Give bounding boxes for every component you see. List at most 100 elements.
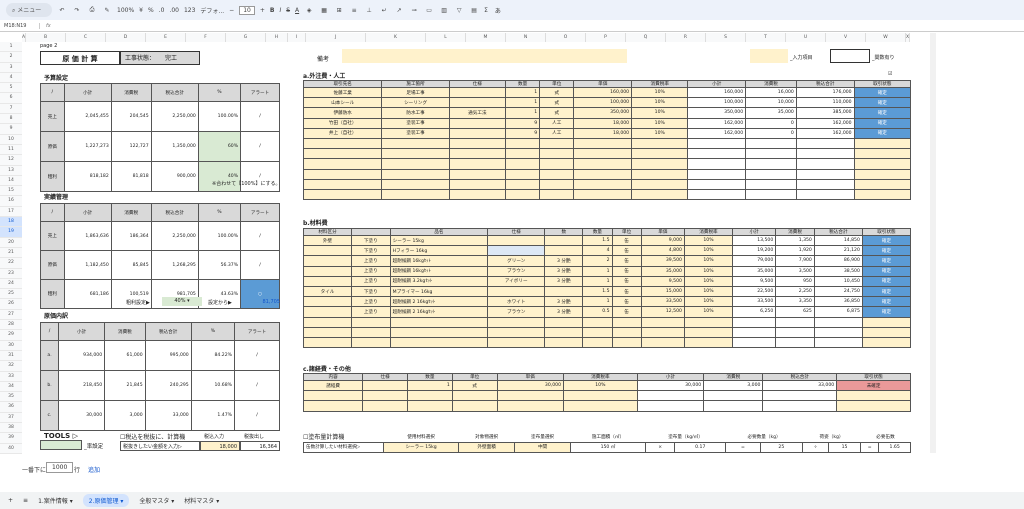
- cell[interactable]: 缶: [611, 234, 642, 247]
- undo-icon[interactable]: ↶: [57, 7, 67, 14]
- cell[interactable]: [573, 137, 633, 150]
- cell[interactable]: 18,000: [573, 127, 633, 139]
- cell[interactable]: 10%: [683, 245, 733, 257]
- row-header[interactable]: 26: [0, 299, 22, 310]
- cell[interactable]: [853, 178, 912, 190]
- cell[interactable]: 10%: [683, 255, 733, 267]
- cell[interactable]: [448, 137, 507, 150]
- cell[interactable]: [544, 285, 584, 298]
- column-header[interactable]: U: [786, 33, 826, 42]
- cell[interactable]: 確定: [853, 117, 912, 129]
- cell[interactable]: [631, 178, 689, 190]
- cell[interactable]: 30,000: [496, 379, 565, 392]
- cell[interactable]: 1.5: [582, 234, 613, 247]
- zoom-select[interactable]: 100%: [117, 7, 134, 14]
- row-header[interactable]: 18: [0, 217, 22, 228]
- cell[interactable]: [573, 168, 633, 180]
- font-select[interactable]: デフォ...: [200, 6, 224, 15]
- column-header[interactable]: H: [266, 33, 288, 42]
- cell[interactable]: 式: [451, 379, 498, 392]
- column-header[interactable]: M: [466, 33, 506, 42]
- cell[interactable]: 10%: [683, 234, 733, 247]
- cell[interactable]: [505, 137, 541, 150]
- cell[interactable]: タイル: [302, 285, 353, 298]
- row-header[interactable]: 34: [0, 381, 22, 393]
- cell[interactable]: [381, 188, 450, 201]
- cell[interactable]: [487, 326, 546, 338]
- cell[interactable]: 外壁: [302, 234, 353, 247]
- cell[interactable]: [544, 326, 584, 338]
- cell[interactable]: ブラウン: [487, 306, 546, 318]
- cell[interactable]: [407, 390, 453, 402]
- cell[interactable]: 10%: [683, 306, 733, 318]
- cell[interactable]: [539, 178, 575, 190]
- row-header[interactable]: 24: [0, 278, 22, 290]
- paint-cell[interactable]: 中間: [514, 441, 571, 453]
- bold-button[interactable]: B: [270, 7, 275, 14]
- cell[interactable]: 未確定: [836, 379, 911, 392]
- row-header[interactable]: 7: [0, 103, 22, 115]
- cell[interactable]: [302, 158, 383, 170]
- cell[interactable]: 下塗り: [351, 245, 391, 257]
- cell[interactable]: 33,500: [640, 296, 685, 308]
- column-header[interactable]: D: [106, 33, 146, 42]
- cell[interactable]: 超耐候鋼 2 16kgｾｯﾄ: [389, 296, 489, 308]
- row-header[interactable]: 14: [0, 175, 22, 187]
- cell[interactable]: 超耐候鋼 2 16kgｾｯﾄ: [389, 306, 489, 318]
- link-icon[interactable]: ⊸: [409, 7, 419, 14]
- tax-calc-checkbox[interactable]: ☐税込を税抜に、計算機: [120, 432, 185, 441]
- row-header[interactable]: 3: [0, 62, 22, 73]
- redo-icon[interactable]: ↷: [72, 7, 82, 14]
- cell[interactable]: [487, 336, 546, 349]
- cell[interactable]: 下塗り: [351, 285, 391, 298]
- cell[interactable]: [381, 178, 450, 190]
- row-header[interactable]: 4: [0, 72, 22, 84]
- cell[interactable]: [302, 245, 353, 257]
- cell[interactable]: [487, 285, 546, 298]
- row-header[interactable]: 13: [0, 165, 22, 176]
- cell[interactable]: [448, 158, 507, 170]
- cell[interactable]: [640, 326, 685, 338]
- cell[interactable]: 井上（自社）: [302, 127, 383, 139]
- cell[interactable]: [573, 158, 633, 170]
- cell[interactable]: 9,500: [640, 275, 685, 287]
- column-header[interactable]: E: [146, 33, 186, 42]
- cell[interactable]: [640, 336, 685, 349]
- cell[interactable]: [683, 336, 733, 349]
- row-header[interactable]: 21: [0, 247, 22, 259]
- cell[interactable]: 上塗り: [351, 306, 391, 318]
- cell[interactable]: 確定: [853, 107, 912, 119]
- cell[interactable]: [631, 158, 689, 170]
- cell[interactable]: 確定: [861, 255, 912, 267]
- cell[interactable]: [611, 336, 642, 349]
- column-headers[interactable]: A B C D E F G H I J K L M N O P Q R S T U V W X: [22, 33, 910, 42]
- row-header[interactable]: 2: [0, 52, 22, 63]
- cell[interactable]: アイボリー: [487, 275, 546, 287]
- cell[interactable]: ホワイト: [487, 296, 546, 308]
- cell[interactable]: Mプライマー 16kg: [389, 285, 489, 298]
- cell[interactable]: 缶: [611, 296, 642, 308]
- rotate-icon[interactable]: ↗: [394, 7, 404, 14]
- cell[interactable]: [351, 326, 391, 338]
- cell[interactable]: 1: [582, 265, 613, 277]
- cell[interactable]: 160,000: [573, 86, 633, 99]
- rate-setting-swatch[interactable]: [40, 440, 82, 450]
- cell[interactable]: 確定: [853, 97, 912, 109]
- percent-button[interactable]: %: [148, 7, 154, 14]
- cell[interactable]: [448, 86, 507, 99]
- column-header[interactable]: J: [306, 33, 366, 42]
- cell[interactable]: 式: [539, 86, 575, 99]
- row-header[interactable]: 32: [0, 361, 22, 372]
- paint-cell[interactable]: シーラー 15kg: [382, 441, 460, 453]
- cell[interactable]: [302, 275, 353, 287]
- cell[interactable]: [505, 168, 541, 180]
- cell[interactable]: 2: [582, 255, 613, 267]
- cell[interactable]: 10%: [683, 285, 733, 298]
- cell[interactable]: 4: [582, 245, 613, 257]
- row-header[interactable]: 40: [0, 443, 22, 454]
- cell[interactable]: [302, 336, 353, 349]
- cell[interactable]: 10%: [631, 97, 689, 109]
- cell[interactable]: 18,000: [573, 117, 633, 129]
- cell[interactable]: 3 分艶: [544, 296, 584, 308]
- cell[interactable]: [451, 390, 498, 402]
